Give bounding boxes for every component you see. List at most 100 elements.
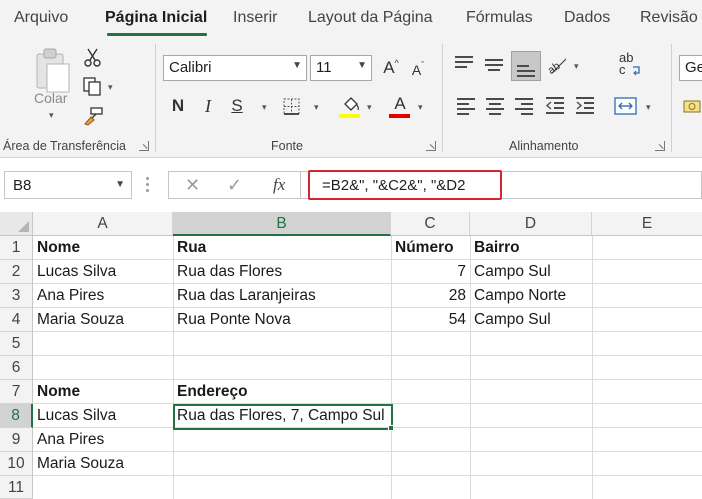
currency-format-icon[interactable] [683, 97, 702, 117]
formula-bar-resize-handle[interactable] [146, 177, 150, 193]
copy-dropdown-caret[interactable]: ▾ [108, 82, 113, 93]
tab-arquivo[interactable]: Arquivo [14, 9, 68, 27]
cell-c4[interactable]: 54 [391, 308, 470, 332]
number-format-value: Ge [685, 59, 702, 76]
paste-dropdown-caret[interactable]: ▾ [49, 110, 54, 121]
gridline [592, 236, 593, 499]
cell-b1[interactable]: Rua [173, 236, 391, 260]
ribbon: Colar ▾ ▾ Área de Transferência Calibri … [0, 38, 702, 158]
column-header-c[interactable]: C [391, 212, 470, 236]
cell-c1[interactable]: Número [391, 236, 470, 260]
cell-a10[interactable]: Maria Souza [33, 452, 173, 476]
cell-a7[interactable]: Nome [33, 380, 173, 404]
column-header-b[interactable]: B [173, 212, 391, 236]
row-header-3[interactable]: 3 [0, 284, 33, 308]
font-size-select[interactable]: 11 ▼ [310, 55, 372, 81]
shrink-font-button[interactable]: Aˇ [406, 59, 430, 81]
tab-pagina-inicial[interactable]: Página Inicial [105, 9, 207, 27]
font-color-dropdown-caret[interactable]: ▾ [418, 102, 423, 113]
row-header-6[interactable]: 6 [0, 356, 33, 380]
cell-d3[interactable]: Campo Norte [470, 284, 592, 308]
fill-color-dropdown-caret[interactable]: ▾ [367, 102, 372, 113]
cell-b3[interactable]: Rua das Laranjeiras [173, 284, 391, 308]
alignment-dialog-launcher-icon[interactable] [655, 141, 665, 151]
cell-c3[interactable]: 28 [391, 284, 470, 308]
align-bottom-button[interactable] [511, 51, 541, 81]
cell-d2[interactable]: Campo Sul [470, 260, 592, 284]
row-header-5[interactable]: 5 [0, 332, 33, 356]
merge-center-icon[interactable] [614, 96, 638, 116]
alignment-group-label: Alinhamento [509, 139, 579, 153]
tab-revisao[interactable]: Revisão [640, 9, 698, 27]
row-header-8[interactable]: 8 [0, 404, 33, 428]
font-dialog-launcher-icon[interactable] [426, 141, 436, 151]
row-header-2[interactable]: 2 [0, 260, 33, 284]
decrease-indent-icon[interactable] [544, 96, 566, 116]
clipboard-group-label: Área de Transferência [3, 139, 126, 153]
cancel-icon[interactable]: ✕ [185, 175, 200, 196]
column-header-a[interactable]: A [33, 212, 173, 236]
column-header-e[interactable]: E [592, 212, 702, 236]
active-cell-outline [173, 404, 393, 430]
cell-a2[interactable]: Lucas Silva [33, 260, 173, 284]
grow-font-icon: A [383, 58, 395, 77]
number-format-select[interactable]: Ge [679, 55, 702, 81]
grow-font-button[interactable]: A ^ [379, 57, 403, 79]
align-middle-icon[interactable] [485, 56, 505, 72]
row-header-10[interactable]: 10 [0, 452, 33, 476]
cell-b4[interactable]: Rua Ponte Nova [173, 308, 391, 332]
formula-buttons: ✕ ✓ fx [168, 171, 300, 199]
cell-d1[interactable]: Bairro [470, 236, 592, 260]
bold-button[interactable]: N [168, 95, 188, 117]
merge-dropdown-caret[interactable]: ▾ [646, 102, 651, 113]
align-left-icon[interactable] [457, 98, 475, 115]
font-group-label: Fonte [271, 139, 303, 153]
orientation-icon[interactable]: ab [546, 54, 570, 76]
italic-button[interactable]: I [199, 95, 217, 117]
align-center-icon[interactable] [486, 98, 504, 115]
increase-indent-icon[interactable] [574, 96, 596, 116]
enter-icon[interactable]: ✓ [227, 175, 242, 196]
cell-a8[interactable]: Lucas Silva [33, 404, 173, 428]
fill-handle[interactable] [388, 425, 394, 431]
row-header-9[interactable]: 9 [0, 428, 33, 452]
font-color-swatch [389, 114, 410, 118]
cell-b7[interactable]: Endereço [173, 380, 391, 404]
row-header-4[interactable]: 4 [0, 308, 33, 332]
underline-dropdown-caret[interactable]: ▾ [262, 102, 267, 113]
row-header-11[interactable]: 11 [0, 476, 33, 499]
insert-function-icon[interactable]: fx [273, 175, 285, 195]
cut-icon[interactable] [84, 48, 102, 68]
name-box-value: B8 [13, 177, 32, 194]
cell-a1[interactable]: Nome [33, 236, 173, 260]
tab-inserir[interactable]: Inserir [233, 9, 277, 27]
font-color-button[interactable]: A [391, 93, 409, 115]
cell-c2[interactable]: 7 [391, 260, 470, 284]
row-header-1[interactable]: 1 [0, 236, 33, 260]
clipboard-dialog-launcher-icon[interactable] [139, 141, 149, 151]
tab-dados[interactable]: Dados [564, 9, 610, 27]
format-painter-icon[interactable] [82, 106, 104, 126]
align-right-icon[interactable] [515, 98, 533, 115]
align-top-icon[interactable] [455, 56, 475, 72]
gridline [33, 355, 702, 356]
cell-b2[interactable]: Rua das Flores [173, 260, 391, 284]
cell-a9[interactable]: Ana Pires [33, 428, 173, 452]
tab-layout-da-pagina[interactable]: Layout da Página [308, 9, 433, 27]
borders-icon[interactable] [282, 97, 302, 117]
row-header-7[interactable]: 7 [0, 380, 33, 404]
cell-a4[interactable]: Maria Souza [33, 308, 173, 332]
select-all-button[interactable] [0, 212, 33, 236]
cell-a3[interactable]: Ana Pires [33, 284, 173, 308]
cell-d4[interactable]: Campo Sul [470, 308, 592, 332]
borders-dropdown-caret[interactable]: ▾ [314, 102, 319, 113]
underline-button[interactable]: S [228, 95, 246, 117]
paste-icon[interactable] [33, 46, 73, 94]
column-header-d[interactable]: D [470, 212, 592, 236]
tab-formulas[interactable]: Fórmulas [466, 9, 533, 27]
orientation-dropdown-caret[interactable]: ▾ [574, 61, 579, 72]
name-box[interactable]: B8 ▼ [4, 171, 132, 199]
font-name-select[interactable]: Calibri ▼ [163, 55, 307, 81]
copy-icon[interactable] [82, 76, 102, 96]
paste-label[interactable]: Colar [34, 90, 67, 106]
